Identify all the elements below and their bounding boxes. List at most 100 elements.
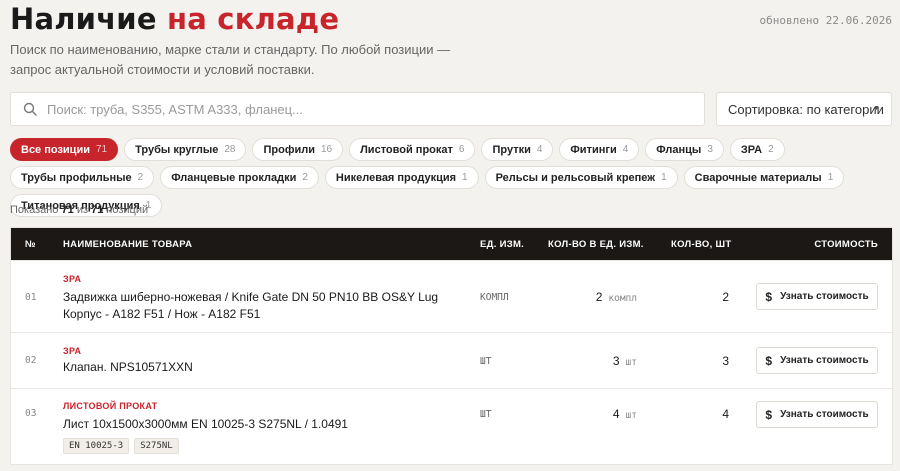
row-qty-value: 4 (612, 407, 620, 421)
filter-chip[interactable]: Профили 16 (252, 138, 344, 161)
filter-chip-label: Фитинги (570, 143, 617, 156)
table-row: 02 ЗРА Клапан. NPS10571XXN ШТ 3 шт 3 $ Узнать ст… (11, 332, 892, 388)
page-title-accent: на складе (167, 2, 340, 36)
row-category: ЗРА (63, 346, 82, 356)
filter-chip-count: 3 (707, 144, 713, 155)
filter-chip-label: Профили (263, 143, 315, 156)
filter-chip-label: Листовой прокат (360, 143, 453, 156)
row-qty-value: 3 (612, 354, 620, 368)
search-input[interactable] (47, 101, 647, 117)
row-product-name: Задвижка шиберно-ножевая / Knife Gate DN… (63, 290, 439, 321)
filter-chip-count: 2 (302, 172, 308, 183)
table-body: 01 ЗРА Задвижка шиберно-ножевая / Knife Ga… (11, 260, 892, 464)
filter-chip-count: 1 (827, 172, 834, 183)
filter-chip-count: 71 (95, 144, 108, 155)
col-qty-unit: КОЛ-ВО В ЕД. ИЗМ. (548, 239, 644, 250)
filter-chip-label: Фланцы (656, 143, 702, 156)
row-product-name: Лист 10х1500х3000мм EN 10025-3 S275NL / … (63, 417, 348, 431)
filter-chip-label: Все позиции (21, 143, 90, 156)
search-box[interactable] (10, 92, 705, 126)
results-shown: 71 (61, 204, 74, 216)
request-price-button[interactable]: $ Узнать стоимость (756, 283, 878, 310)
filter-chip-label: Прутки (492, 143, 531, 156)
filter-chip-count: 4 (536, 144, 543, 155)
row-pcs: 4 (722, 407, 729, 421)
filter-chip[interactable]: Прутки 4 (481, 138, 554, 161)
filter-chip-count: 16 (320, 144, 333, 155)
table-row: 01 ЗРА Задвижка шиберно-ножевая / Knife Ga… (11, 260, 892, 332)
row-category: ЗРА (63, 274, 82, 284)
spec-tag[interactable]: S275NL (134, 438, 179, 454)
row-pcs: 3 (722, 354, 729, 368)
filter-chip[interactable]: Фитинги 4 (559, 138, 640, 161)
filter-chip-count: 28 (224, 144, 236, 155)
filter-chip-count: 1 (462, 172, 468, 183)
results-count: Показано 71 из 71 позиций (10, 204, 148, 216)
sort-label: Сортировка: по категории (728, 101, 884, 117)
col-qty-pcs: КОЛ-ВО, ШТ (671, 239, 732, 250)
row-number: 03 (25, 408, 37, 419)
stock-table: № НАИМЕНОВАНИЕ ТОВАРА ЕД. ИЗМ. КОЛ-ВО В … (10, 227, 893, 465)
filter-chip-label: Трубы профильные (21, 171, 132, 184)
request-price-label: Узнать стоимость (780, 409, 869, 420)
filter-chip[interactable]: Фланцы 3 (645, 138, 724, 161)
row-product-name: Клапан. NPS10571XXN (63, 360, 193, 374)
filter-chip[interactable]: Сварочные материалы 1 (683, 166, 845, 189)
col-num: № (25, 239, 36, 250)
row-qty: 3 шт (613, 354, 637, 368)
filter-chip-count: 6 (458, 144, 465, 155)
table-row: 03 ЛИСТОВОЙ ПРОКАТ Лист 10х1500х3000мм EN … (11, 388, 892, 464)
filter-chip[interactable]: Рельсы и рельсовый крепеж 1 (484, 166, 678, 189)
chevron-down-icon: ▼ (873, 105, 880, 112)
dollar-icon: $ (765, 407, 773, 422)
request-price-label: Узнать стоимость (780, 291, 869, 302)
row-qty-value: 2 (595, 290, 603, 304)
page-header: Наличие на складе обновлено 22.06.2026 П… (10, 2, 892, 80)
row-number: 02 (25, 355, 37, 366)
col-price: СТОИМОСТЬ (814, 239, 878, 250)
row-unit: КОМПЛ (480, 292, 509, 303)
updated-date: обновлено 22.06.2026 (759, 14, 892, 27)
filter-chip[interactable]: ЗРА 2 (729, 138, 785, 161)
row-number: 01 (25, 292, 37, 303)
row-category: ЛИСТОВОЙ ПРОКАТ (63, 401, 158, 411)
filter-chip-label: Трубы круглые (135, 143, 219, 156)
filter-chip-count: 4 (622, 144, 629, 155)
page-title-main: Наличие (10, 2, 157, 36)
dollar-icon: $ (765, 353, 773, 368)
filter-chip-label: Фланцевые прокладки (171, 171, 297, 184)
sort-select[interactable]: Сортировка: по категории ▼ (716, 92, 892, 126)
filter-chip-label: Сварочные материалы (694, 171, 822, 184)
filter-chip[interactable]: Трубы профильные 2 (10, 166, 155, 189)
results-total: 71 (91, 204, 104, 216)
request-price-button[interactable]: $ Узнать стоимость (756, 401, 878, 428)
filter-chip[interactable]: Трубы круглые 28 (124, 138, 247, 161)
row-unit: ШТ (480, 409, 492, 420)
search-icon (23, 102, 37, 116)
filter-chip-count: 2 (137, 172, 144, 183)
row-tags: EN 10025-3 S275NL (63, 438, 179, 454)
filter-chip[interactable]: Листовой прокат 6 (349, 138, 476, 161)
filter-chip-label: ЗРА (740, 143, 763, 156)
row-qty-unit: шт (625, 357, 637, 368)
row-qty-unit: компл (608, 293, 637, 304)
table-header: № НАИМЕНОВАНИЕ ТОВАРА ЕД. ИЗМ. КОЛ-ВО В … (11, 228, 892, 260)
col-unit: ЕД. ИЗМ. (480, 239, 525, 250)
request-price-button[interactable]: $ Узнать стоимость (756, 347, 878, 374)
row-qty-unit: шт (625, 410, 637, 421)
filter-chip[interactable]: Фланцевые прокладки 2 (160, 166, 319, 189)
filter-chip-label: Рельсы и рельсовый крепеж (495, 171, 656, 184)
row-qty: 2 компл (596, 290, 637, 304)
filter-chip[interactable]: Все позиции 71 (10, 138, 119, 161)
col-name: НАИМЕНОВАНИЕ ТОВАРА (63, 239, 193, 250)
filter-chip[interactable]: Никелевая продукция 1 (324, 166, 479, 189)
row-qty: 4 шт (613, 407, 637, 421)
filter-chip-count: 1 (661, 172, 667, 183)
row-pcs: 2 (722, 290, 729, 304)
results-suffix: позиций (106, 204, 149, 216)
row-unit: ШТ (480, 356, 492, 367)
page-subtitle: Поиск по наименованию, марке стали и ста… (10, 42, 451, 77)
filter-chip-count: 2 (768, 144, 774, 155)
results-middle: из (76, 204, 89, 216)
spec-tag[interactable]: EN 10025-3 (63, 438, 130, 454)
